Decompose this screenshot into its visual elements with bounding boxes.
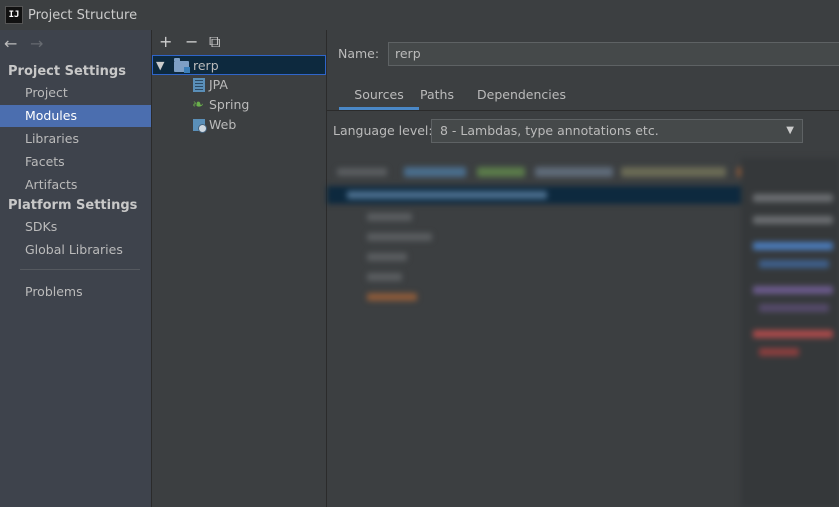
language-level-dropdown[interactable]: 8 - Lambdas, type annotations etc. ▼ (431, 119, 803, 143)
sidebar-item-libraries[interactable]: Libraries (0, 128, 151, 150)
name-label: Name: (338, 46, 380, 61)
tab-paths[interactable]: Paths (420, 87, 454, 110)
tree-facet-jpa[interactable]: JPA (152, 75, 326, 95)
module-folder-icon (174, 58, 190, 73)
forward-arrow-icon[interactable]: → (30, 34, 52, 53)
settings-sidebar: ← → Project Settings Project Modules Lib… (0, 30, 152, 507)
window-title: Project Structure (28, 8, 138, 23)
nav-arrows: ← → (4, 34, 52, 53)
sidebar-item-modules[interactable]: Modules (0, 105, 151, 127)
module-tree-panel: + − ⧉ ▼ rerp JPA ❧ Spring Web (152, 30, 327, 507)
sidebar-item-global-libraries[interactable]: Global Libraries (0, 239, 151, 261)
title-bar: IJ Project Structure (0, 0, 839, 30)
sidebar-divider (20, 269, 140, 270)
module-tabs: Sources Paths Dependencies (327, 80, 839, 111)
tree-module-rerp[interactable]: ▼ rerp (152, 55, 326, 75)
sidebar-item-facets[interactable]: Facets (0, 151, 151, 173)
module-details-panel: Name: rerp Sources Paths Dependencies La… (327, 30, 839, 507)
back-arrow-icon[interactable]: ← (4, 34, 26, 53)
facet-label: Web (209, 117, 237, 132)
sidebar-item-project[interactable]: Project (0, 82, 151, 104)
copy-icon[interactable]: ⧉ (209, 32, 220, 52)
expand-triangle-icon[interactable]: ▼ (156, 56, 164, 76)
intellij-icon: IJ (5, 6, 23, 24)
spring-leaf-icon: ❧ (192, 97, 204, 113)
facet-label: JPA (209, 77, 228, 92)
tree-facet-web[interactable]: Web (152, 115, 326, 135)
tree-facet-spring[interactable]: ❧ Spring (152, 95, 326, 115)
module-name: rerp (193, 58, 219, 73)
tab-dependencies[interactable]: Dependencies (477, 87, 566, 110)
tab-sources[interactable]: Sources (339, 87, 419, 110)
language-level-label: Language level: (333, 123, 433, 138)
jpa-icon (193, 78, 205, 92)
module-name-input[interactable]: rerp (388, 42, 839, 66)
blurred-content-roots (327, 158, 839, 507)
web-icon (193, 119, 207, 133)
remove-icon[interactable]: − (185, 32, 198, 51)
language-level-value: 8 - Lambdas, type annotations etc. (440, 123, 659, 138)
sidebar-item-problems[interactable]: Problems (0, 281, 151, 303)
sidebar-item-artifacts[interactable]: Artifacts (0, 174, 151, 196)
facet-label: Spring (209, 97, 250, 112)
add-icon[interactable]: + (159, 32, 172, 51)
chevron-down-icon[interactable]: ▼ (786, 120, 794, 142)
sidebar-item-sdks[interactable]: SDKs (0, 216, 151, 238)
project-settings-header: Project Settings (8, 64, 126, 79)
platform-settings-header: Platform Settings (8, 198, 138, 213)
